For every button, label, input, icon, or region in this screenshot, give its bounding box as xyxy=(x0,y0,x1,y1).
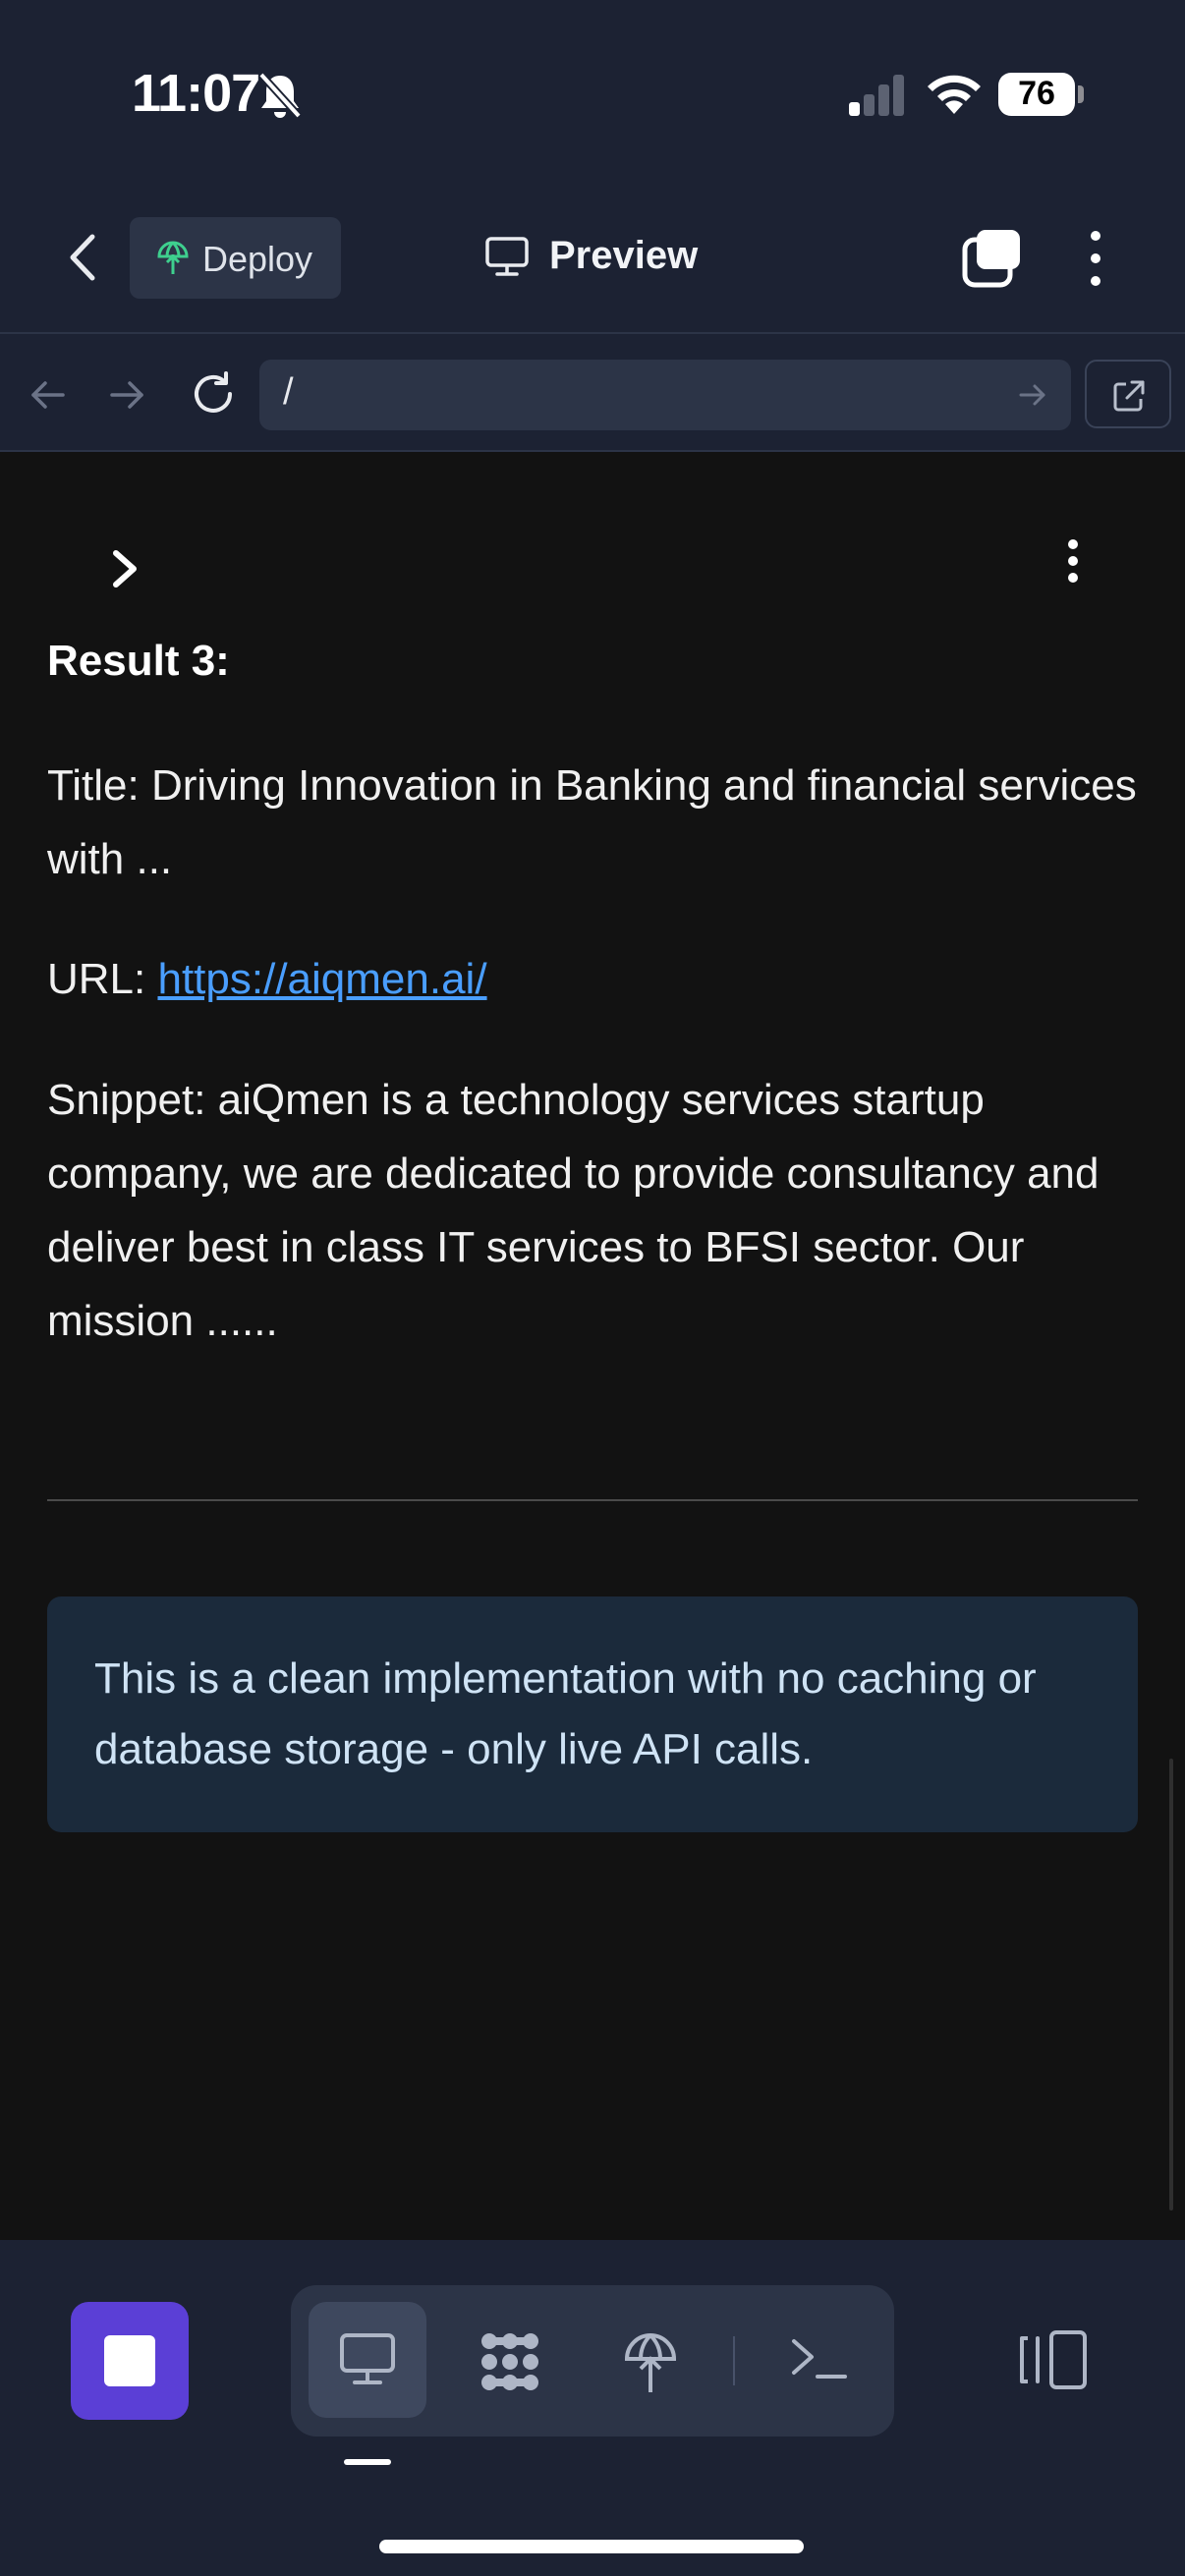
result-url-line: URL: https://aiqmen.ai/ xyxy=(47,942,1148,1016)
arrow-left-icon[interactable] xyxy=(28,375,67,415)
home-indicator[interactable] xyxy=(379,2540,804,2553)
more-vertical-icon[interactable] xyxy=(1079,228,1112,289)
chevron-right-icon[interactable] xyxy=(106,547,145,590)
open-in-new-tab-button[interactable] xyxy=(1085,360,1171,428)
tab-deploy[interactable] xyxy=(592,2302,709,2418)
active-tab-indicator xyxy=(344,2459,391,2465)
tab-console[interactable] xyxy=(759,2302,876,2418)
url-input[interactable]: / xyxy=(259,360,1071,430)
terminal-icon xyxy=(792,2339,847,2379)
status-bar: 11:07 76 xyxy=(0,0,1185,187)
signal-icon xyxy=(849,75,904,116)
divider xyxy=(47,1499,1138,1501)
battery-icon: 76 xyxy=(998,73,1084,116)
reload-icon[interactable] xyxy=(189,369,238,419)
result-snippet: Snippet: aiQmen is a technology services… xyxy=(47,1076,1100,1345)
tabs-icon[interactable] xyxy=(961,228,1022,289)
tab-preview[interactable] xyxy=(309,2302,426,2418)
external-link-icon xyxy=(1113,380,1145,412)
scrollbar[interactable] xyxy=(1169,1759,1173,2211)
preview-label: Preview xyxy=(549,234,699,277)
info-box: This is a clean implementation with no c… xyxy=(47,1596,1138,1832)
tab-files[interactable] xyxy=(450,2302,568,2418)
wifi-icon xyxy=(928,75,981,114)
url-prefix: URL: xyxy=(47,955,158,1003)
result-url-link[interactable]: https://aiqmen.ai/ xyxy=(157,955,486,1003)
url-text: / xyxy=(283,371,294,413)
bell-slash-icon xyxy=(258,72,302,119)
divider xyxy=(733,2336,735,2385)
deploy-icon xyxy=(624,2333,677,2392)
monitor-icon xyxy=(340,2333,395,2384)
arrow-right-icon[interactable] xyxy=(108,375,147,415)
chevron-left-icon[interactable] xyxy=(59,231,108,285)
deploy-icon xyxy=(157,241,189,274)
more-vertical-icon[interactable] xyxy=(1063,538,1083,584)
result-heading: Result 3: xyxy=(47,637,230,685)
arrow-right-icon[interactable] xyxy=(1018,381,1047,409)
side-panel-icon[interactable] xyxy=(1016,2328,1091,2391)
status-time: 11:07 xyxy=(132,64,260,123)
info-text: This is a clean implementation with no c… xyxy=(94,1654,1037,1773)
stop-button[interactable] xyxy=(71,2302,189,2420)
result-title: Title: Driving Innovation in Banking and… xyxy=(47,761,1137,883)
dots-grid-icon xyxy=(481,2333,538,2390)
battery-level: 76 xyxy=(1018,75,1055,112)
stop-icon xyxy=(104,2335,155,2386)
deploy-label: Deploy xyxy=(202,239,313,279)
deploy-button[interactable]: Deploy xyxy=(130,217,341,299)
monitor-icon xyxy=(485,237,529,276)
